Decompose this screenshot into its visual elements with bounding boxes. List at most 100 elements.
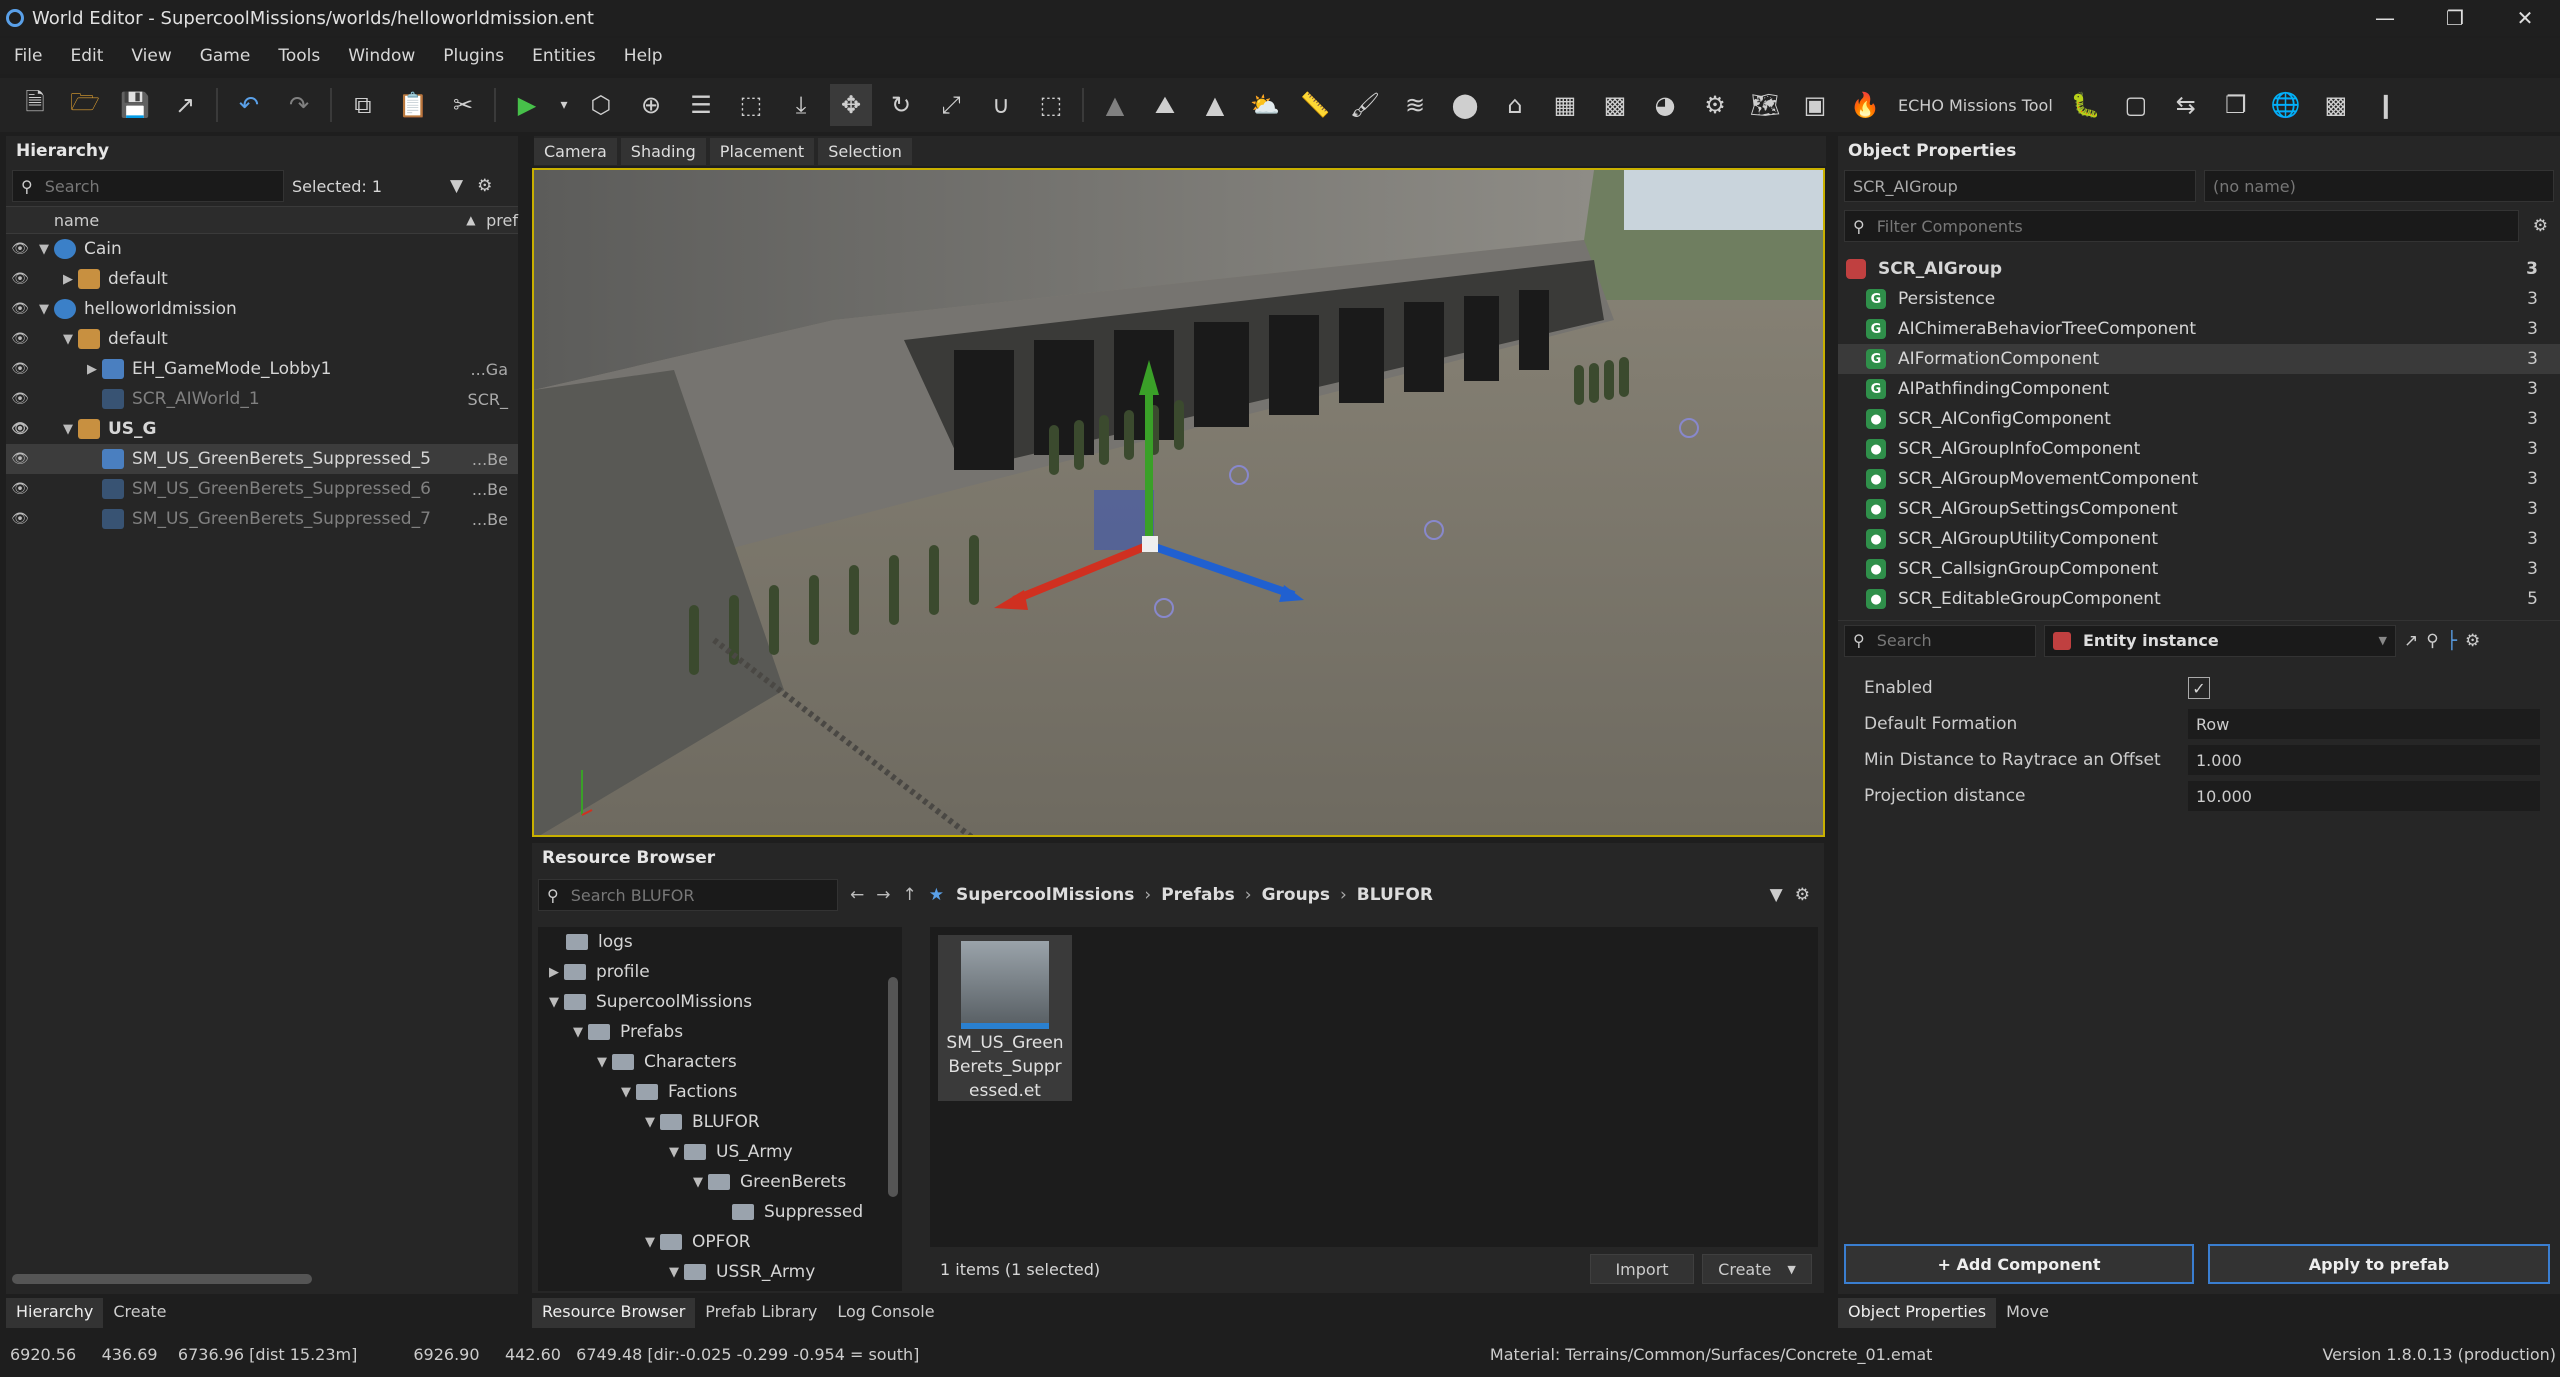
component-item[interactable]: G AIChimeraBehaviorTreeComponent 3	[1838, 314, 2560, 344]
crumb-prefabs[interactable]: Prefabs	[1161, 885, 1235, 905]
folder-item[interactable]: ▼ Factions	[538, 1077, 902, 1107]
swap-icon[interactable]: ⇆	[2165, 84, 2207, 126]
tab-prefab-library[interactable]: Prefab Library	[695, 1298, 827, 1328]
tab-hierarchy[interactable]: Hierarchy	[6, 1298, 104, 1328]
eye-icon[interactable]: 👁	[6, 331, 34, 347]
eye-icon[interactable]: 👁	[6, 421, 34, 437]
folder-item[interactable]: logs	[538, 927, 902, 957]
folder-item[interactable]: ▼ US_Army	[538, 1137, 902, 1167]
chevron-right-icon[interactable]: ▶	[82, 362, 102, 377]
bug-icon[interactable]: 🐛	[2065, 84, 2107, 126]
chevron-down-icon[interactable]: ▼	[640, 1235, 660, 1250]
tree-row[interactable]: 👁 ▼ Cain	[6, 234, 518, 264]
redo-icon[interactable]: ↷	[278, 84, 320, 126]
open-folder-icon[interactable]: 🗁	[64, 84, 106, 126]
component-item[interactable]: ● SCR_AIGroupMovementComponent 3	[1838, 464, 2560, 494]
min-distance-field[interactable]: 1.000	[2188, 745, 2540, 775]
chevron-down-icon[interactable]: ▼	[34, 302, 54, 317]
pause-icon[interactable]: ❙	[2365, 84, 2407, 126]
folder-item[interactable]: ▼ Characters	[538, 1047, 902, 1077]
add-component-button[interactable]: + Add Component	[1844, 1244, 2194, 1284]
crop-icon[interactable]: ▢	[2115, 84, 2157, 126]
scale-icon[interactable]: ⤢	[930, 84, 972, 126]
folder-item[interactable]: ▼ BLUFOR	[538, 1107, 902, 1137]
tree-row[interactable]: 👁 SCR_AIWorld_1 SCR_	[6, 384, 518, 414]
eye-icon[interactable]: 👁	[6, 301, 34, 317]
select-rect-icon[interactable]: ⬚	[1030, 84, 1072, 126]
external-link-icon[interactable]: ↗	[2404, 631, 2418, 651]
import-button[interactable]: Import	[1590, 1254, 1694, 1284]
crumb-groups[interactable]: Groups	[1262, 885, 1330, 905]
tree-row[interactable]: 👁 ▶ EH_GameMode_Lobby1 ...Ga	[6, 354, 518, 384]
chevron-down-icon[interactable]: ▼	[664, 1145, 684, 1160]
tab-create[interactable]: Create	[103, 1298, 176, 1328]
property-search-input[interactable]: ⚲ Search	[1844, 624, 2036, 657]
menu-file[interactable]: File	[14, 46, 42, 66]
eye-icon[interactable]: 👁	[6, 271, 34, 287]
echo-missions-tool-button[interactable]: ECHO Missions Tool	[1898, 96, 2053, 115]
menu-plugins[interactable]: Plugins	[443, 46, 504, 66]
frame-icon[interactable]: ▣	[1794, 84, 1836, 126]
component-item[interactable]: ● SCR_CallsignGroupComponent 3	[1838, 554, 2560, 584]
component-item[interactable]: ● SCR_EditableGroupComponent 5	[1838, 584, 2560, 614]
tab-log-console[interactable]: Log Console	[827, 1298, 944, 1328]
globe-icon[interactable]: 🌐	[2265, 84, 2307, 126]
viewport-shading-menu[interactable]: Shading	[620, 137, 706, 165]
component-item[interactable]: G AIPathfindingComponent 3	[1838, 374, 2560, 404]
crumb-supercoolmissions[interactable]: SupercoolMissions	[956, 885, 1134, 905]
forward-arrow-icon[interactable]: →	[876, 885, 890, 905]
tab-move[interactable]: Move	[1996, 1298, 2059, 1328]
helmet-icon[interactable]: ◕	[1644, 84, 1686, 126]
folder-item[interactable]: ▶ profile	[538, 957, 902, 987]
gears-icon[interactable]: ⚙	[1694, 84, 1736, 126]
menu-view[interactable]: View	[131, 46, 171, 66]
folder-item[interactable]: ▼ Prefabs	[538, 1017, 902, 1047]
sphere-icon[interactable]: ⬤	[1444, 84, 1486, 126]
buildings-icon[interactable]: ▩	[1594, 84, 1636, 126]
map-icon[interactable]: 🗺	[1744, 84, 1786, 126]
play-dropdown-icon[interactable]: ▾	[556, 84, 572, 126]
chevron-down-icon[interactable]: ▼	[34, 242, 54, 257]
chevron-down-icon[interactable]: ▼	[568, 1025, 588, 1040]
tree-row[interactable]: 👁 ▼ US_G	[6, 414, 518, 444]
windows-icon[interactable]: ❐	[2215, 84, 2257, 126]
eye-icon[interactable]: 👁	[6, 241, 34, 257]
settings-gear-icon[interactable]: ⚙	[1795, 885, 1810, 905]
eye-icon[interactable]: 👁	[6, 451, 34, 467]
component-root[interactable]: SCR_AIGroup 3	[1838, 254, 2560, 284]
up-arrow-icon[interactable]: ↑	[903, 885, 917, 905]
component-item[interactable]: ● SCR_AIConfigComponent 3	[1838, 404, 2560, 434]
chevron-down-icon[interactable]: ▼	[592, 1055, 612, 1070]
road-icon[interactable]: ⛰	[1144, 84, 1186, 126]
entity-instance-dropdown[interactable]: Entity instance ▼	[2044, 624, 2396, 657]
chevron-right-icon[interactable]: ▶	[58, 272, 78, 287]
filter-icon[interactable]: ▼	[1770, 885, 1783, 905]
terrain-icon[interactable]: ▲	[1094, 84, 1136, 126]
move-icon[interactable]: ✥	[830, 84, 872, 126]
folder-item[interactable]: ▼ OPFOR	[538, 1227, 902, 1257]
back-arrow-icon[interactable]: ←	[850, 885, 864, 905]
menu-entities[interactable]: Entities	[532, 46, 596, 66]
component-item-selected[interactable]: G AIFormationComponent 3	[1838, 344, 2560, 374]
settings-gear-icon[interactable]: ⚙	[2533, 216, 2548, 236]
component-item[interactable]: ● SCR_AIGroupSettingsComponent 3	[1838, 494, 2560, 524]
filter-icon[interactable]: ▼	[450, 176, 463, 196]
menu-help[interactable]: Help	[624, 46, 663, 66]
eye-icon[interactable]: 👁	[6, 481, 34, 497]
house-icon[interactable]: ⌂	[1494, 84, 1536, 126]
tree-row[interactable]: 👁 ▼ helloworldmission	[6, 294, 518, 324]
menu-edit[interactable]: Edit	[70, 46, 103, 66]
hierarchy-hscrollbar[interactable]	[12, 1274, 312, 1284]
chevron-down-icon[interactable]: ▼	[58, 422, 78, 437]
menu-window[interactable]: Window	[348, 46, 415, 66]
hierarchy-search-input[interactable]: ⚲ Search	[12, 170, 284, 202]
tree-row[interactable]: 👁 ▶ default	[6, 264, 518, 294]
viewport-selection-menu[interactable]: Selection	[818, 137, 912, 165]
eye-icon[interactable]: 👁	[6, 361, 34, 377]
brush-icon[interactable]: 🖌	[1344, 84, 1386, 126]
close-button[interactable]: ✕	[2490, 0, 2560, 36]
tree-row[interactable]: 👁 SM_US_GreenBerets_Suppressed_7 ...Be	[6, 504, 518, 534]
cut-icon[interactable]: ✂	[442, 84, 484, 126]
rotate-icon[interactable]: ↻	[880, 84, 922, 126]
filter-components-input[interactable]: ⚲ Filter Components	[1844, 210, 2519, 242]
